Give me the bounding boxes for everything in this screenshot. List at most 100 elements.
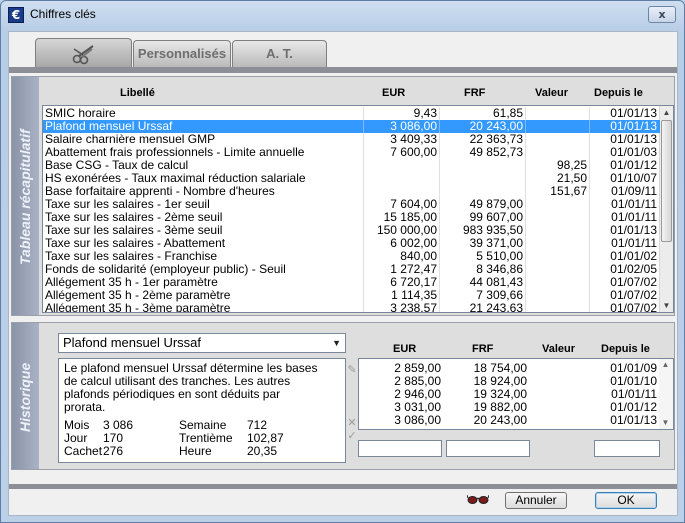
scroll-up-icon[interactable]: ▲ xyxy=(660,106,673,119)
column-separator xyxy=(439,146,440,159)
column-separator xyxy=(439,276,440,289)
history-table[interactable]: ▲ ▼ 2 859,00 18 754,00 01/01/09 2 885,00 18 … xyxy=(358,358,674,430)
cell-frf: 39 371,00 xyxy=(469,237,523,250)
footer-divider xyxy=(9,484,677,489)
cell-depuis: 01/01/13 xyxy=(610,224,657,237)
history-frf-input[interactable] xyxy=(446,440,530,457)
column-separator xyxy=(363,276,364,289)
table-row[interactable]: Salaire charnière mensuel GMP 3 409,33 22 … xyxy=(43,133,660,146)
hist-col-valeur[interactable]: Valeur xyxy=(542,343,575,355)
history-row[interactable]: 2 885,00 18 924,00 01/01/10 xyxy=(359,375,659,387)
ok-button[interactable]: OK xyxy=(595,492,657,509)
close-button[interactable]: x xyxy=(648,6,676,23)
cell-eur: 6 720,17 xyxy=(390,276,437,289)
scroll-down-icon[interactable]: ▼ xyxy=(660,299,673,312)
table-row[interactable]: Taxe sur les salaires - Franchise 840,00 5… xyxy=(43,250,660,263)
column-separator xyxy=(439,289,440,302)
cell-libelle: Allégement 35 h - 1er paramètre xyxy=(45,276,218,289)
column-separator xyxy=(439,302,440,312)
column-separator xyxy=(525,198,526,211)
summary-scrollbar[interactable]: ▲ ▼ xyxy=(659,106,673,312)
column-separator xyxy=(525,289,526,302)
history-cell-depuis: 01/01/09 xyxy=(610,361,657,375)
history-cell-eur: 3 086,00 xyxy=(394,413,441,427)
history-scrollbar[interactable]: ▲ ▼ xyxy=(659,359,673,429)
tab-at[interactable]: A. T. xyxy=(232,40,327,68)
history-date-input[interactable] xyxy=(594,440,660,457)
column-separator xyxy=(439,237,440,250)
column-separator xyxy=(363,107,364,120)
column-separator xyxy=(363,120,364,133)
table-row[interactable]: Allégement 35 h - 2ème paramètre 1 114,35… xyxy=(43,289,660,302)
history-cell-eur: 2 859,00 xyxy=(394,361,441,375)
table-row[interactable]: Taxe sur les salaires - 1er seuil 7 604,0… xyxy=(43,198,660,211)
history-eur-input[interactable] xyxy=(358,440,442,457)
history-row[interactable]: 2 859,00 18 754,00 01/01/09 xyxy=(359,362,659,374)
column-separator xyxy=(363,289,364,302)
summary-section: Tableau récapitulatif Libellé EUR FRF Va… xyxy=(11,76,675,316)
column-separator xyxy=(525,302,526,312)
detail-label: Cachet xyxy=(64,444,103,458)
history-row[interactable]: 3 086,00 20 243,00 01/01/13 xyxy=(359,414,659,426)
table-row[interactable]: Base forfaitaire apprenti - Nombre d'heu… xyxy=(43,185,660,198)
column-separator xyxy=(439,172,440,185)
cell-frf: 61,85 xyxy=(492,107,523,120)
table-row[interactable]: Allégement 35 h - 1er paramètre 6 720,17 4… xyxy=(43,276,660,289)
column-separator xyxy=(525,133,526,146)
glasses-icon[interactable] xyxy=(467,493,489,505)
history-item-select[interactable]: Plafond mensuel Urssaf ▼ xyxy=(58,333,346,353)
table-row[interactable]: HS exonérées - Taux maximal réduction sa… xyxy=(43,172,660,185)
column-separator xyxy=(439,120,440,133)
table-row[interactable]: Fonds de solidarité (employeur public) -… xyxy=(43,263,660,276)
cell-frf: 99 607,00 xyxy=(469,211,523,224)
history-cell-frf: 18 754,00 xyxy=(473,361,527,375)
scroll-up-icon[interactable]: ▲ xyxy=(659,359,672,371)
table-row[interactable]: Taxe sur les salaires - 2ème seuil 15 185… xyxy=(43,211,660,224)
delete-icon[interactable]: ✕ xyxy=(346,416,358,429)
hist-col-eur[interactable]: EUR xyxy=(393,343,416,355)
column-separator xyxy=(589,263,590,276)
col-header-frf[interactable]: FRF xyxy=(464,87,485,99)
scroll-down-icon[interactable]: ▼ xyxy=(659,417,672,429)
column-separator xyxy=(439,211,440,224)
table-row[interactable]: Abattement frais professionnels - Limite… xyxy=(43,146,660,159)
scroll-thumb[interactable] xyxy=(661,120,672,242)
cell-eur: 7 604,00 xyxy=(390,198,437,211)
pin-icon[interactable]: ✎ xyxy=(346,363,358,376)
table-row[interactable]: Taxe sur les salaires - 3ème seuil 150 00… xyxy=(43,224,660,237)
table-row[interactable]: SMIC horaire 9,43 61,85 01/01/13 xyxy=(43,107,660,120)
detail-value: 20,35 xyxy=(247,444,278,458)
history-description: Le plafond mensuel Urssaf détermine les … xyxy=(58,358,346,463)
history-cell-frf: 20 243,00 xyxy=(473,413,527,427)
table-row[interactable]: Taxe sur les salaires - Abattement 6 002,… xyxy=(43,237,660,250)
col-header-eur[interactable]: EUR xyxy=(382,87,405,99)
check-icon[interactable]: ✓ xyxy=(346,429,358,442)
hist-col-depuis[interactable]: Depuis le xyxy=(601,343,650,355)
cancel-button[interactable]: Annuler xyxy=(505,492,567,509)
cell-eur: 15 185,00 xyxy=(383,211,437,224)
chevron-down-icon[interactable]: ▼ xyxy=(332,334,341,352)
cell-libelle: Taxe sur les salaires - 1er seuil xyxy=(45,198,210,211)
tab-general[interactable] xyxy=(35,38,132,68)
history-cell-eur: 2 946,00 xyxy=(394,387,441,401)
column-separator xyxy=(363,302,364,312)
tab-personnalises[interactable]: Personnalisés xyxy=(133,40,231,68)
cell-eur: 3 238,57 xyxy=(390,302,437,313)
column-separator xyxy=(363,172,364,185)
column-separator xyxy=(589,107,590,120)
history-row[interactable]: 2 946,00 19 324,00 01/01/11 xyxy=(359,388,659,400)
column-separator xyxy=(363,185,364,198)
hist-col-frf[interactable]: FRF xyxy=(472,343,493,355)
column-separator xyxy=(363,211,364,224)
summary-table[interactable]: ▲ ▼ SMIC horaire 9,43 61,85 01/01/13 Plafond… xyxy=(42,105,674,313)
table-row[interactable]: Plafond mensuel Urssaf 3 086,00 20 243,00 0… xyxy=(43,120,660,133)
cell-libelle: Allégement 35 h - 2ème paramètre xyxy=(45,289,231,302)
col-header-libelle[interactable]: Libellé xyxy=(120,87,155,99)
history-row[interactable]: 3 031,00 19 882,00 01/01/12 xyxy=(359,401,659,413)
cell-valeur: 151,67 xyxy=(550,185,587,198)
col-header-valeur[interactable]: Valeur xyxy=(535,87,568,99)
col-header-depuis[interactable]: Depuis le xyxy=(594,87,643,99)
table-row[interactable]: Base CSG - Taux de calcul 98,25 01/01/12 xyxy=(43,159,660,172)
title-bar[interactable]: € Chiffres clés x xyxy=(1,1,684,29)
table-row[interactable]: Allégement 35 h - 3ème paramètre 3 238,57… xyxy=(43,302,660,313)
